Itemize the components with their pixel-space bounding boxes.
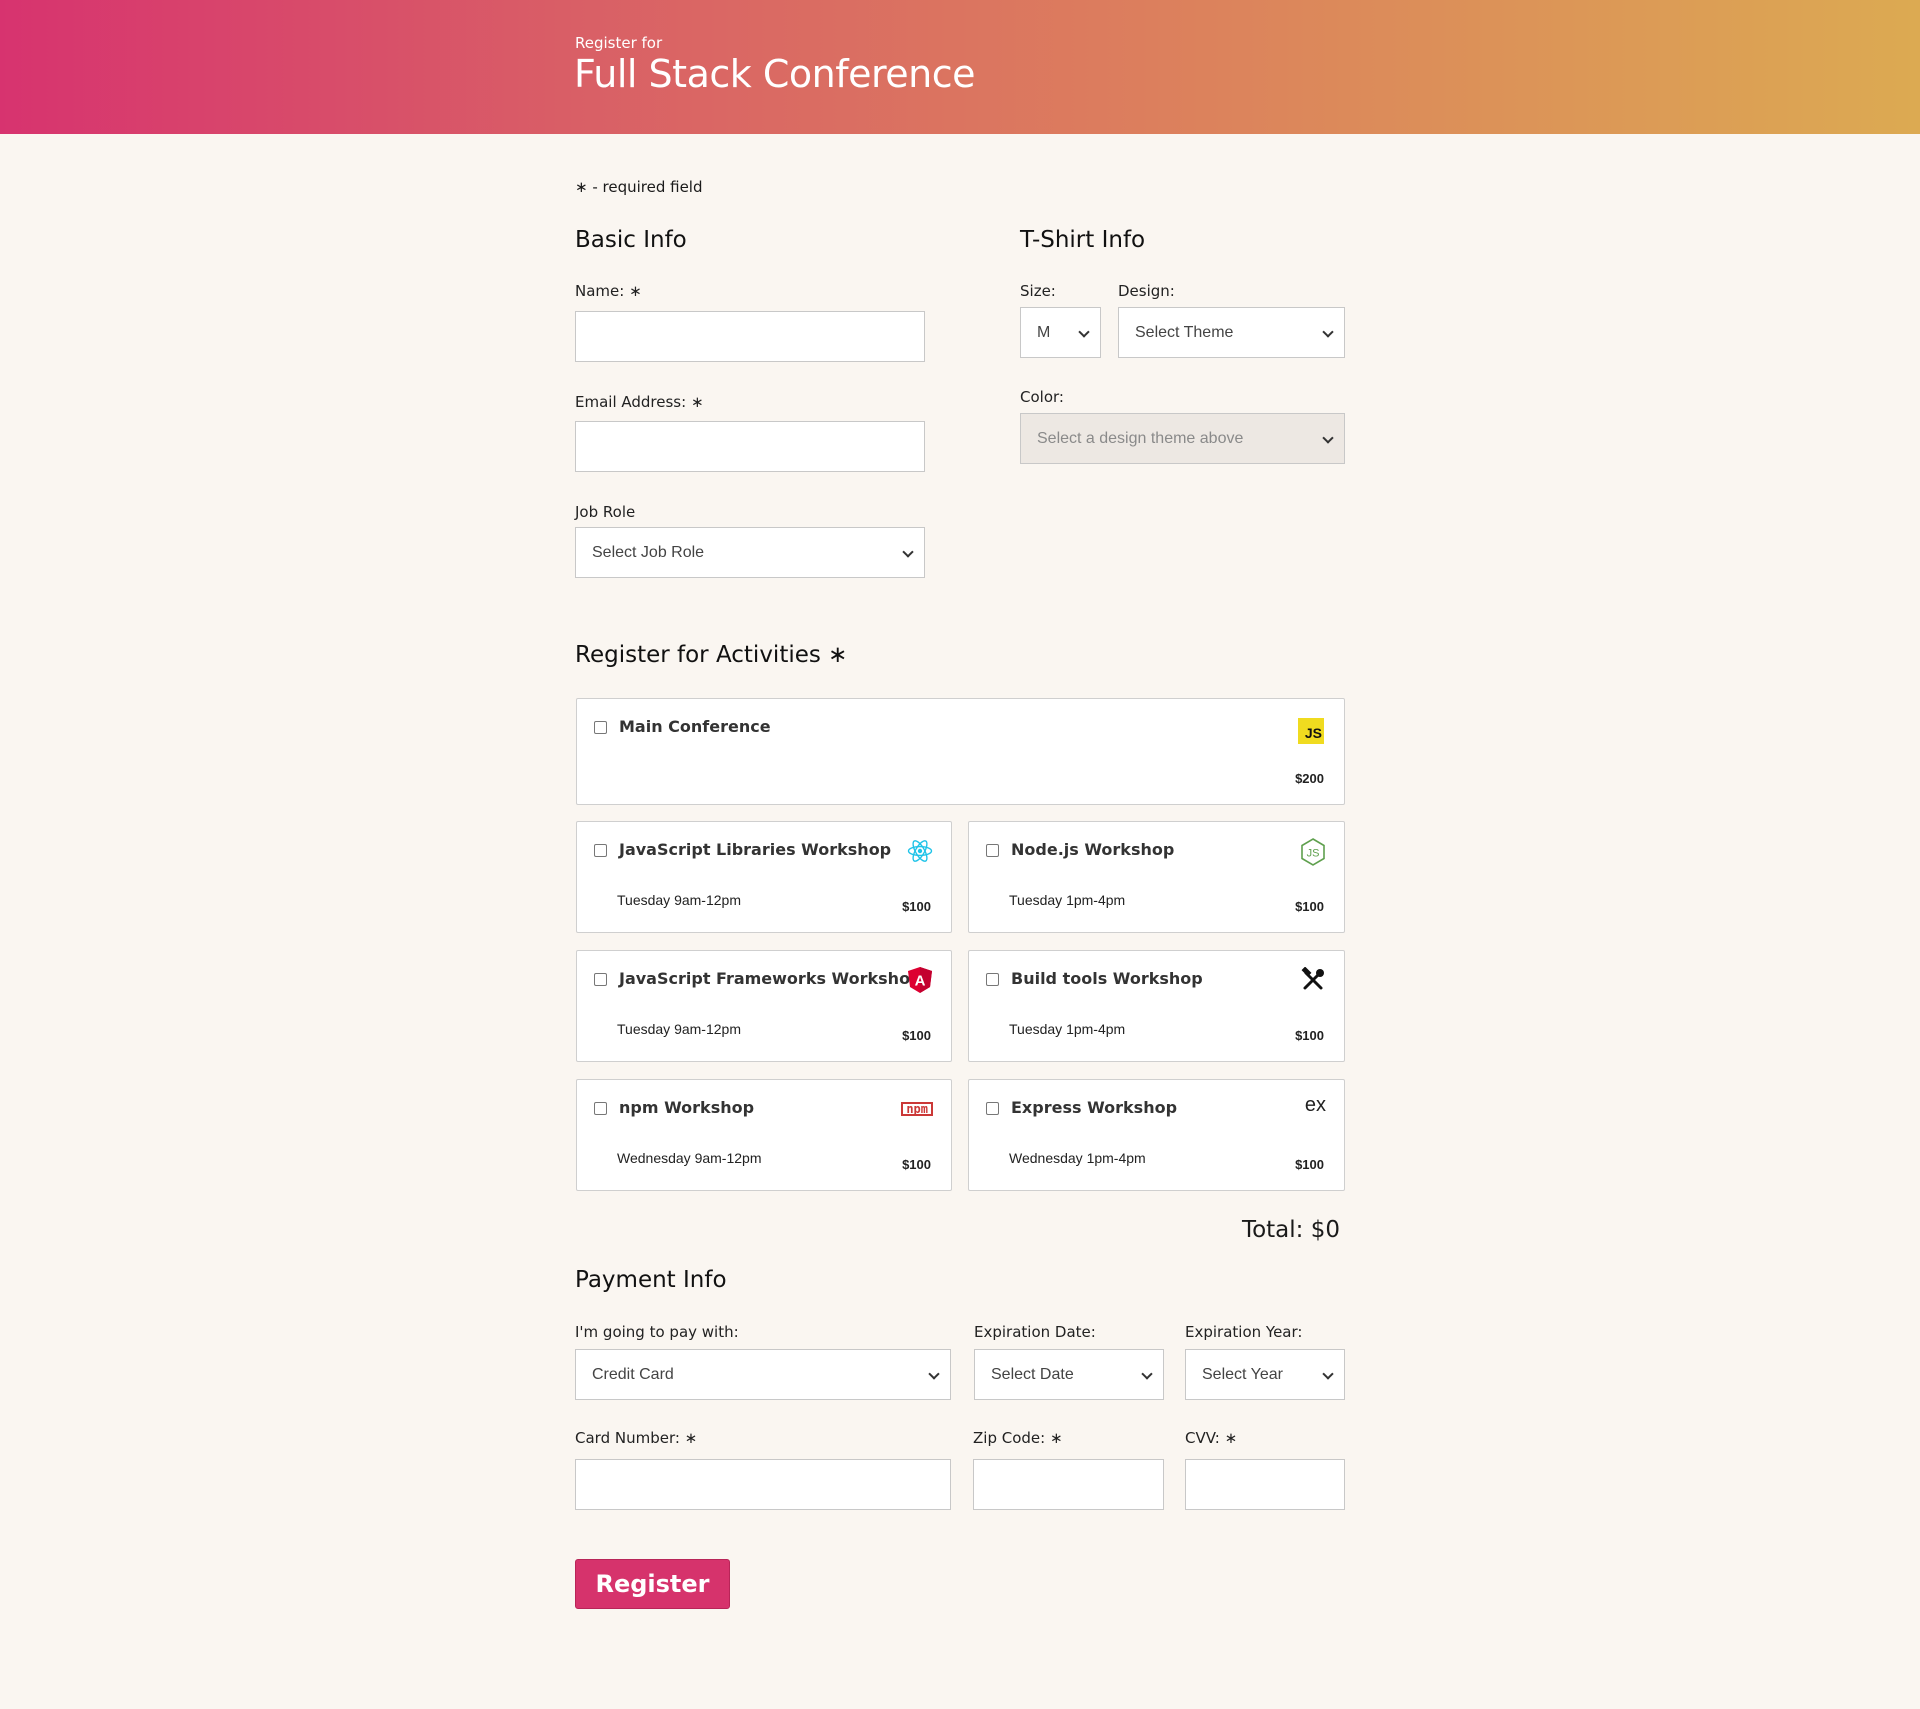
activities-heading: Register for Activities ∗ (575, 642, 848, 668)
size-label: Size: (1020, 282, 1056, 300)
tools-icon (1300, 966, 1326, 998)
chevron-down-icon (1322, 1368, 1334, 1380)
activity-card-npm[interactable]: npm Workshop npm Wednesday 9am-12pm $100 (576, 1079, 952, 1191)
activity-checkbox[interactable] (986, 1102, 999, 1115)
activity-checkbox[interactable] (594, 721, 607, 734)
size-value: M (1037, 323, 1051, 341)
javascript-icon: JS (1298, 718, 1324, 744)
activity-price: $100 (902, 1157, 931, 1172)
activity-time: Tuesday 9am-12pm (617, 1021, 741, 1037)
job-role-value: Select Job Role (592, 543, 705, 561)
card-number-input[interactable] (575, 1459, 951, 1510)
exp-year-select[interactable]: Select Year (1185, 1349, 1345, 1400)
page-title: Full Stack Conference (574, 52, 976, 96)
activity-price: $100 (902, 899, 931, 914)
activity-checkbox[interactable] (594, 1102, 607, 1115)
exp-date-select[interactable]: Select Date (974, 1349, 1164, 1400)
page-header: Register for Full Stack Conference (0, 0, 1920, 134)
activity-name: Node.js Workshop (1011, 840, 1175, 859)
color-value: Select a design theme above (1037, 429, 1244, 447)
activity-card-build-tools[interactable]: Build tools Workshop Tuesday 1pm-4pm $10… (968, 950, 1345, 1062)
exp-year-value: Select Year (1202, 1365, 1283, 1383)
payment-method-select[interactable]: Credit Card (575, 1349, 951, 1400)
chevron-down-icon (1141, 1368, 1153, 1380)
activity-card-js-libraries[interactable]: JavaScript Libraries Workshop Tuesday 9a… (576, 821, 952, 933)
activity-name: Build tools Workshop (1011, 969, 1203, 988)
design-value: Select Theme (1135, 323, 1234, 341)
activities-total: Total: $0 (1241, 1217, 1340, 1243)
exp-date-label: Expiration Date: (974, 1323, 1096, 1341)
angular-icon: A (907, 966, 933, 999)
activity-time: Tuesday 1pm-4pm (1009, 1021, 1126, 1037)
npm-icon: npm (901, 1102, 933, 1116)
exp-year-label: Expiration Year: (1185, 1323, 1303, 1341)
activity-time: Tuesday 1pm-4pm (1009, 892, 1126, 908)
payment-info-heading: Payment Info (575, 1267, 727, 1293)
zip-code-label: Zip Code: ∗ (973, 1429, 1063, 1447)
activity-price: $100 (1295, 1157, 1324, 1172)
chevron-down-icon (1322, 432, 1334, 444)
chevron-down-icon (902, 546, 914, 558)
activity-name: JavaScript Frameworks Workshop (619, 969, 922, 988)
activity-name: Express Workshop (1011, 1098, 1178, 1117)
chevron-down-icon (1322, 326, 1334, 338)
activity-price: $100 (1295, 899, 1324, 914)
express-icon: ex (1304, 1094, 1326, 1116)
activity-time: Tuesday 9am-12pm (617, 892, 741, 908)
email-input[interactable] (575, 421, 925, 472)
required-field-note: ∗ - required field (575, 178, 703, 196)
activity-card-js-frameworks[interactable]: JavaScript Frameworks Workshop A Tuesday… (576, 950, 952, 1062)
name-label: Name: ∗ (575, 282, 642, 300)
job-role-select[interactable]: Select Job Role (575, 527, 925, 578)
activity-price: $100 (1295, 1028, 1324, 1043)
chevron-down-icon (928, 1368, 940, 1380)
color-select[interactable]: Select a design theme above (1020, 413, 1345, 464)
name-input[interactable] (575, 311, 925, 362)
register-button[interactable]: Register (575, 1559, 730, 1609)
svg-text:A: A (915, 973, 926, 990)
card-number-label: Card Number: ∗ (575, 1429, 698, 1447)
design-select[interactable]: Select Theme (1118, 307, 1345, 358)
activity-name: JavaScript Libraries Workshop (619, 840, 892, 859)
chevron-down-icon (1078, 326, 1090, 338)
payment-method-value: Credit Card (592, 1365, 674, 1383)
activity-price: $100 (902, 1028, 931, 1043)
nodejs-icon: JS (1300, 838, 1326, 871)
cvv-input[interactable] (1185, 1459, 1345, 1510)
svg-text:JS: JS (1307, 848, 1320, 860)
activity-checkbox[interactable] (986, 844, 999, 857)
pay-with-label: I'm going to pay with: (575, 1323, 739, 1341)
cvv-label: CVV: ∗ (1185, 1429, 1238, 1447)
activity-name: Main Conference (619, 717, 771, 736)
activity-card-nodejs[interactable]: Node.js Workshop JS Tuesday 1pm-4pm $100 (968, 821, 1345, 933)
activity-card-main-conference[interactable]: Main Conference JS $200 (576, 698, 1345, 805)
activity-checkbox[interactable] (594, 973, 607, 986)
activity-time: Wednesday 1pm-4pm (1009, 1150, 1146, 1166)
header-subtitle: Register for (575, 34, 663, 52)
design-label: Design: (1118, 282, 1175, 300)
exp-date-value: Select Date (991, 1365, 1074, 1383)
activity-card-express[interactable]: Express Workshop ex Wednesday 1pm-4pm $1… (968, 1079, 1345, 1191)
activity-checkbox[interactable] (986, 973, 999, 986)
job-role-label: Job Role (575, 503, 636, 521)
activity-price: $200 (1295, 771, 1324, 786)
basic-info-heading: Basic Info (575, 227, 687, 253)
activity-checkbox[interactable] (594, 844, 607, 857)
activity-name: npm Workshop (619, 1098, 755, 1117)
email-label: Email Address: ∗ (575, 393, 704, 411)
react-icon (907, 838, 933, 869)
tshirt-info-heading: T-Shirt Info (1020, 227, 1146, 253)
color-label: Color: (1020, 388, 1064, 406)
zip-code-input[interactable] (973, 1459, 1164, 1510)
activity-time: Wednesday 9am-12pm (617, 1150, 762, 1166)
size-select[interactable]: M (1020, 307, 1101, 358)
